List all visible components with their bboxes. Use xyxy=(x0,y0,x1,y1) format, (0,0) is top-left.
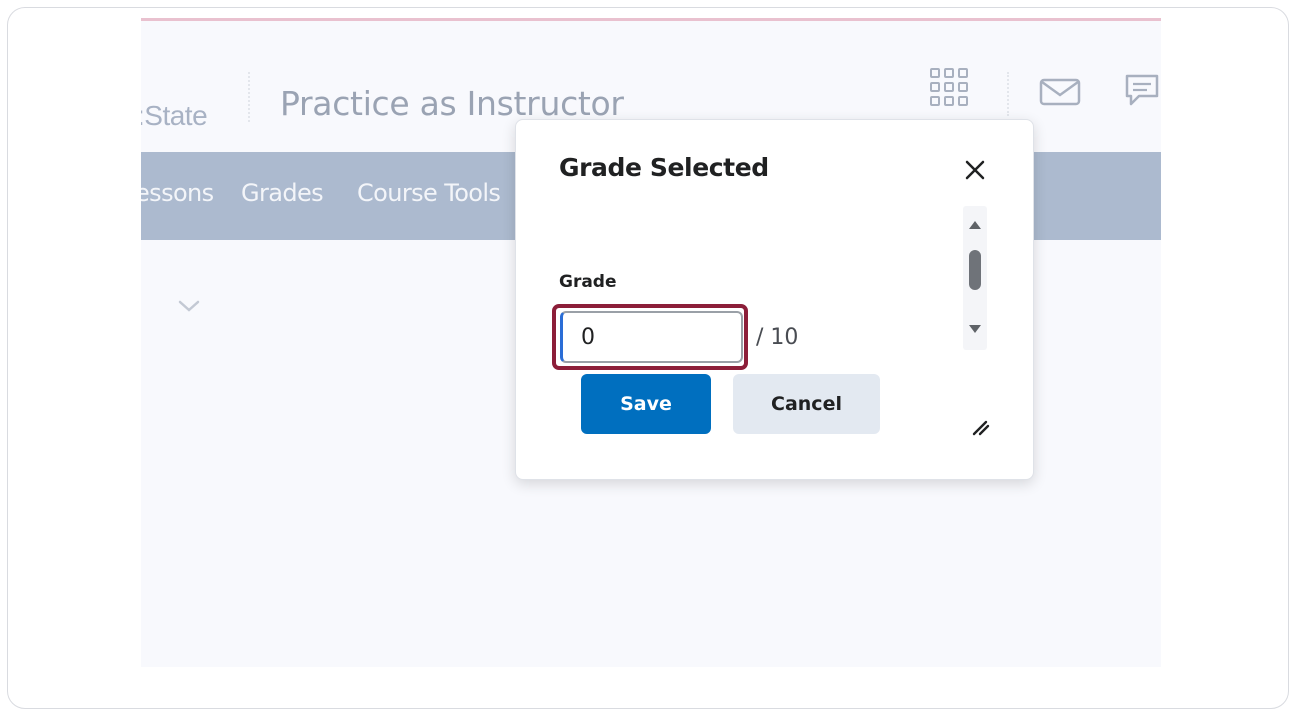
resize-handle-icon[interactable] xyxy=(970,416,990,441)
grade-input[interactable] xyxy=(560,311,743,363)
nav-item-lessons[interactable]: essons xyxy=(141,179,214,207)
close-icon[interactable] xyxy=(962,157,988,183)
header-divider xyxy=(248,72,250,122)
grade-out-of: / 10 xyxy=(756,325,799,350)
course-title[interactable]: Practice as Instructor xyxy=(280,84,624,123)
chat-icon[interactable] xyxy=(1123,72,1161,117)
save-button[interactable]: Save xyxy=(581,374,711,434)
apps-grid-icon[interactable] xyxy=(929,67,969,112)
mail-icon[interactable] xyxy=(1039,78,1081,111)
dialog-scrollbar[interactable] xyxy=(963,206,987,350)
top-accent-line xyxy=(141,18,1161,21)
grade-field-label: Grade xyxy=(559,272,617,292)
header-divider xyxy=(1007,72,1009,116)
nav-item-course-tools[interactable]: Course Tools xyxy=(357,179,501,207)
dialog-title: Grade Selected xyxy=(559,153,769,182)
brand-logo-text[interactable]: :State xyxy=(141,100,208,132)
nav-item-grades[interactable]: Grades xyxy=(241,179,324,207)
scroll-up-arrow-icon[interactable] xyxy=(967,218,983,236)
scroll-down-arrow-icon[interactable] xyxy=(967,322,983,340)
scrollbar-thumb[interactable] xyxy=(969,250,981,290)
cancel-button[interactable]: Cancel xyxy=(733,374,880,434)
chevron-down-icon[interactable] xyxy=(176,298,202,319)
grade-dialog: Grade Selected Grade / 10 Save Cancel xyxy=(515,119,1034,480)
